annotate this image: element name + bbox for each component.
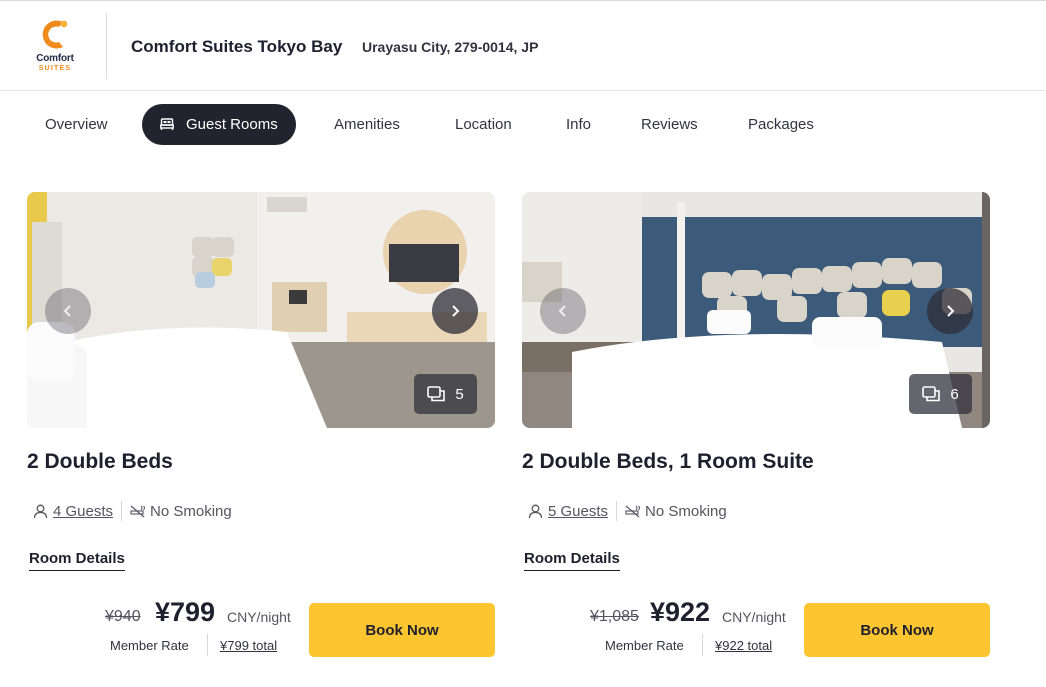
- room-meta: 4 Guests No Smoking: [33, 500, 232, 522]
- room-card: 5 2 Double Beds 4 Guests No Smoking Room…: [27, 192, 495, 657]
- smoking-label: No Smoking: [645, 502, 727, 520]
- tab-guest-rooms-label: Guest Rooms: [186, 116, 278, 133]
- smoking-policy: No Smoking: [130, 503, 232, 520]
- guests-link[interactable]: 4 Guests: [53, 503, 113, 520]
- price-unit: CNY/night: [722, 609, 786, 625]
- room-photo[interactable]: 6: [522, 192, 990, 428]
- bed-icon: [160, 118, 174, 130]
- photo-count: 5: [455, 385, 464, 403]
- hotel-address: Urayasu City, 279-0014, JP: [362, 39, 539, 55]
- member-rate-label: Member Rate: [110, 638, 189, 653]
- prev-photo-button[interactable]: [45, 288, 91, 334]
- photo-gallery-button[interactable]: 5: [414, 374, 477, 414]
- prev-photo-button[interactable]: [540, 288, 586, 334]
- tab-location[interactable]: Location: [455, 104, 512, 145]
- original-price: ¥940: [105, 608, 141, 625]
- gallery-icon: [427, 386, 446, 402]
- guest-capacity: 5 Guests: [528, 503, 616, 520]
- room-details-link[interactable]: Room Details: [29, 550, 125, 571]
- next-photo-button[interactable]: [927, 288, 973, 334]
- room-photo[interactable]: 5: [27, 192, 495, 428]
- room-card: 6 2 Double Beds, 1 Room Suite 5 Guests N…: [522, 192, 990, 657]
- person-icon: [528, 504, 543, 518]
- photo-count: 6: [950, 385, 959, 403]
- smoking-label: No Smoking: [150, 502, 232, 520]
- tab-info[interactable]: Info: [566, 104, 591, 145]
- guests-link[interactable]: 5 Guests: [548, 503, 608, 520]
- logo-subtitle: SUITES: [38, 65, 72, 72]
- book-now-button[interactable]: Book Now: [309, 603, 495, 657]
- guest-capacity: 4 Guests: [33, 503, 121, 520]
- chevron-left-icon: [558, 305, 566, 317]
- tab-guest-rooms[interactable]: Guest Rooms: [142, 104, 296, 145]
- book-now-button[interactable]: Book Now: [804, 603, 990, 657]
- chevron-right-icon: [947, 305, 955, 317]
- person-icon: [33, 504, 48, 518]
- total-price-link[interactable]: ¥922 total: [715, 638, 772, 653]
- total-price-link[interactable]: ¥799 total: [220, 638, 277, 653]
- price-unit: CNY/night: [227, 609, 291, 625]
- tab-reviews[interactable]: Reviews: [641, 104, 698, 145]
- next-photo-button[interactable]: [432, 288, 478, 334]
- current-price: ¥922: [650, 597, 711, 627]
- room-details-link[interactable]: Room Details: [524, 550, 620, 571]
- no-smoking-icon: [625, 505, 641, 518]
- rate-divider: [702, 634, 703, 656]
- logo-wordmark: Comfort: [36, 53, 74, 64]
- hotel-name: Comfort Suites Tokyo Bay: [131, 37, 343, 56]
- no-smoking-icon: [130, 505, 146, 518]
- hotel-header: Comfort SUITES Comfort Suites Tokyo Bay …: [0, 3, 1046, 91]
- room-title: 2 Double Beds: [27, 450, 173, 473]
- meta-divider: [121, 501, 123, 521]
- brand-logo[interactable]: Comfort SUITES: [27, 17, 83, 77]
- room-title: 2 Double Beds, 1 Room Suite: [522, 450, 814, 473]
- meta-divider: [616, 501, 618, 521]
- smoking-policy: No Smoking: [625, 503, 727, 520]
- tab-bar: Overview Guest Rooms Amenities Location …: [0, 104, 1046, 145]
- chevron-right-icon: [452, 305, 460, 317]
- gallery-icon: [922, 386, 941, 402]
- tab-overview[interactable]: Overview: [45, 104, 108, 145]
- header-divider: [106, 13, 107, 79]
- rate-divider: [207, 634, 208, 656]
- room-meta: 5 Guests No Smoking: [528, 500, 727, 522]
- member-rate-label: Member Rate: [605, 638, 684, 653]
- tab-packages[interactable]: Packages: [748, 104, 814, 145]
- photo-gallery-button[interactable]: 6: [909, 374, 972, 414]
- tab-amenities[interactable]: Amenities: [334, 104, 400, 145]
- current-price: ¥799: [155, 597, 216, 627]
- original-price: ¥1,085: [590, 608, 639, 625]
- chevron-left-icon: [63, 305, 71, 317]
- comfort-logo-icon: [42, 20, 68, 49]
